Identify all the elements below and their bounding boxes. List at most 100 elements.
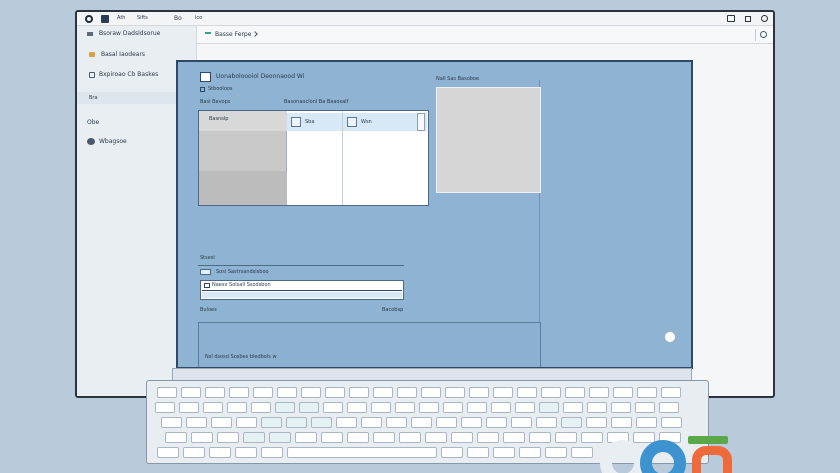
keyboard-key[interactable]	[565, 387, 585, 398]
keyboard-key[interactable]	[311, 417, 332, 428]
keyboard-key[interactable]	[661, 417, 682, 428]
keyboard-key[interactable]	[477, 432, 499, 443]
keyboard-key[interactable]	[236, 417, 257, 428]
keyboard-key[interactable]	[179, 402, 199, 413]
restore-icon[interactable]	[745, 16, 751, 22]
keyboard-key[interactable]	[347, 432, 369, 443]
keyboard-key[interactable]	[611, 417, 632, 428]
keyboard-key[interactable]	[613, 387, 633, 398]
keyboard-key[interactable]	[441, 447, 463, 458]
keyboard-key[interactable]	[186, 417, 207, 428]
sidebar-item-6[interactable]: Wbagsoe	[99, 139, 127, 145]
keyboard-key[interactable]	[545, 447, 567, 458]
keyboard-key[interactable]	[561, 417, 582, 428]
file-tile-icon-2[interactable]	[347, 117, 357, 127]
sidebar-back-icon[interactable]	[87, 32, 93, 34]
list-scroll-thumb[interactable]	[417, 113, 425, 131]
keyboard-key[interactable]	[529, 432, 551, 443]
keyboard-key[interactable]	[519, 447, 541, 458]
keyboard-key[interactable]	[399, 432, 421, 443]
keyboard-key[interactable]	[323, 402, 343, 413]
keyboard-key[interactable]	[261, 417, 282, 428]
keyboard-key[interactable]	[659, 402, 679, 413]
sidebar-item-2[interactable]: Basal Iaodears	[101, 52, 145, 58]
keyboard-key[interactable]	[445, 387, 465, 398]
breadcrumb[interactable]: Basse Ferpe	[215, 32, 251, 38]
keyboard-key[interactable]	[157, 447, 179, 458]
keyboard-key[interactable]	[541, 387, 561, 398]
keyboard-key[interactable]	[229, 387, 249, 398]
keyboard-key[interactable]	[251, 402, 271, 413]
keyboard-key[interactable]	[503, 432, 525, 443]
keyboard-key[interactable]	[295, 432, 317, 443]
keyboard-key[interactable]	[443, 402, 463, 413]
keyboard-key[interactable]	[397, 387, 417, 398]
keyboard-key[interactable]	[227, 402, 247, 413]
keyboard-key[interactable]	[336, 417, 357, 428]
keyboard-key[interactable]	[157, 387, 177, 398]
keyboard-key[interactable]	[261, 447, 283, 458]
keyboard-key[interactable]	[436, 417, 457, 428]
keyboard-spacebar[interactable]	[287, 447, 437, 458]
keyboard-key[interactable]	[301, 387, 321, 398]
title-tab-4[interactable]: ico	[195, 16, 202, 21]
sidebar-item-1[interactable]: Bsoraw Dadsldsorue	[99, 31, 160, 37]
keyboard-key[interactable]	[349, 387, 369, 398]
keyboard-key[interactable]	[491, 402, 511, 413]
list-row-label[interactable]: Basnslp	[209, 117, 228, 122]
app-square-icon[interactable]	[101, 15, 109, 23]
file-tile-icon[interactable]	[291, 117, 301, 127]
keyboard-key[interactable]	[203, 402, 223, 413]
keyboard-key[interactable]	[395, 402, 415, 413]
keyboard-key[interactable]	[347, 402, 367, 413]
keyboard-key[interactable]	[299, 402, 319, 413]
keyboard-key[interactable]	[587, 402, 607, 413]
keyboard-key[interactable]	[165, 432, 187, 443]
title-tab-1[interactable]: Ath	[117, 16, 125, 21]
keyboard-key[interactable]	[235, 447, 257, 458]
minimize-icon[interactable]	[727, 15, 735, 22]
keyboard-key[interactable]	[555, 432, 577, 443]
keyboard-key[interactable]	[155, 402, 175, 413]
keyboard-key[interactable]	[275, 402, 295, 413]
keyboard-key[interactable]	[589, 387, 609, 398]
keyboard-key[interactable]	[635, 402, 655, 413]
close-icon[interactable]	[761, 15, 768, 22]
keyboard-key[interactable]	[325, 387, 345, 398]
dialog-checkbox[interactable]	[200, 72, 211, 82]
floating-action-icon[interactable]	[664, 331, 676, 343]
keyboard-key[interactable]	[611, 402, 631, 413]
keyboard-key[interactable]	[563, 402, 583, 413]
keyboard-key[interactable]	[461, 417, 482, 428]
file-listbox[interactable]: Basnslp Sba Wsn	[198, 110, 429, 206]
keyboard-key[interactable]	[467, 447, 489, 458]
keyboard-key[interactable]	[511, 417, 532, 428]
keyboard-key[interactable]	[536, 417, 557, 428]
keyboard-key[interactable]	[451, 432, 473, 443]
keyboard-key[interactable]	[636, 417, 657, 428]
keyboard-key[interactable]	[253, 387, 273, 398]
keyboard-key[interactable]	[637, 387, 657, 398]
keyboard-key[interactable]	[425, 432, 447, 443]
small-field[interactable]	[200, 269, 211, 275]
breadcrumb-chevron-icon[interactable]	[252, 31, 258, 37]
title-tab-3[interactable]: Bo	[174, 16, 182, 22]
path-input-value[interactable]: Naesv Solsall Ssodsbon	[212, 283, 271, 288]
keyboard-key[interactable]	[183, 447, 205, 458]
keyboard-key[interactable]	[161, 417, 182, 428]
keyboard-key[interactable]	[269, 432, 291, 443]
keyboard-key[interactable]	[181, 387, 201, 398]
keyboard-key[interactable]	[373, 387, 393, 398]
keyboard-key[interactable]	[361, 417, 382, 428]
keyboard-key[interactable]	[386, 417, 407, 428]
keyboard-key[interactable]	[469, 387, 489, 398]
keyboard-key[interactable]	[205, 387, 225, 398]
keyboard-key[interactable]	[486, 417, 507, 428]
keyboard-key[interactable]	[321, 432, 343, 443]
search-icon[interactable]	[760, 31, 767, 38]
keyboard-key[interactable]	[211, 417, 232, 428]
keyboard-key[interactable]	[373, 432, 395, 443]
sidebar-item-3[interactable]: Bxpiroao Cb Baskes	[99, 72, 158, 78]
keyboard-key[interactable]	[515, 402, 535, 413]
sidebar-item-4[interactable]: Bra	[89, 96, 98, 101]
